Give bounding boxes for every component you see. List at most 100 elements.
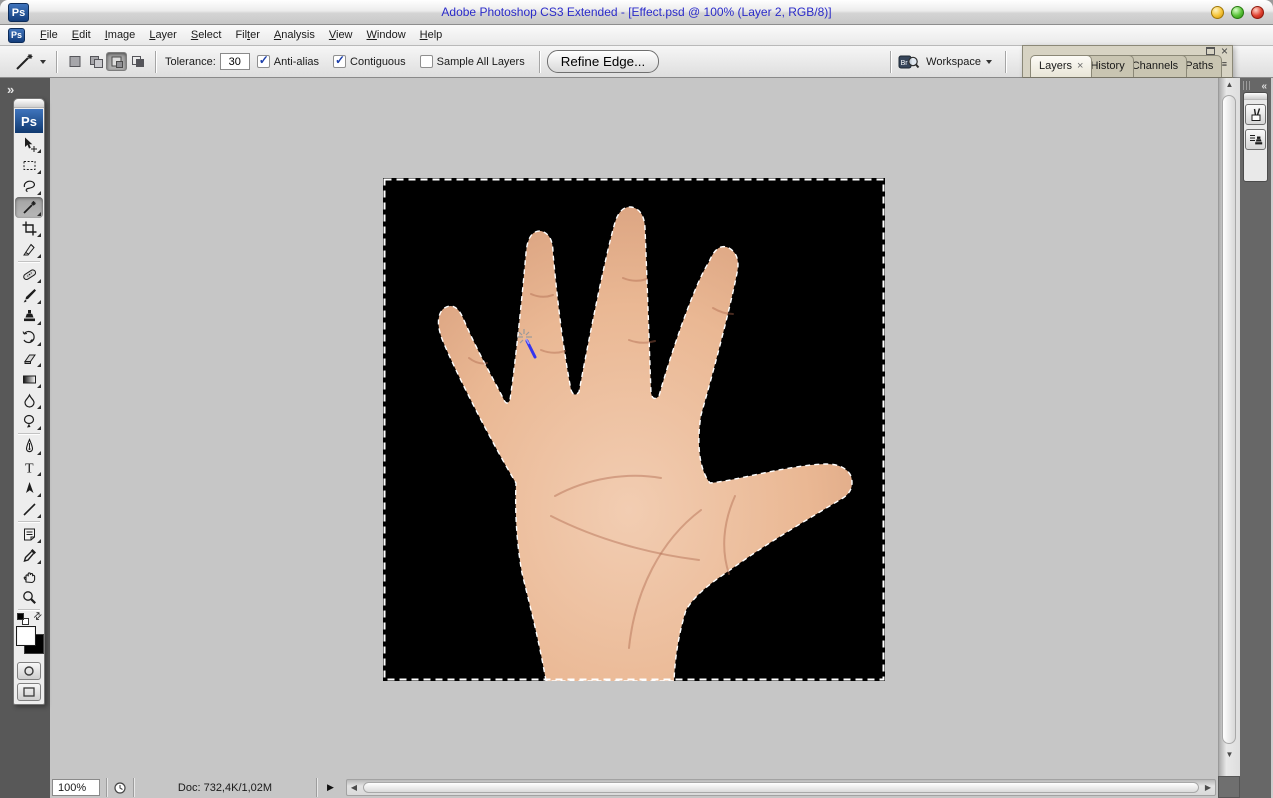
scroll-up-icon[interactable]: ▲	[1219, 78, 1240, 92]
brushes-palette-button[interactable]	[1245, 104, 1266, 125]
zoom-level-field[interactable]: 100%	[52, 779, 100, 796]
horizontal-type-tool[interactable]: T	[15, 457, 43, 478]
tab-close-icon[interactable]: ×	[1077, 60, 1083, 72]
maximize-button[interactable]	[1231, 6, 1244, 19]
menu-edit[interactable]: Edit	[65, 26, 98, 44]
tab-paths-label: Paths	[1185, 60, 1213, 72]
palette-close-icon[interactable]: ×	[1221, 47, 1228, 55]
close-button[interactable]	[1251, 6, 1264, 19]
document-size-info: Doc: 732,4K/1,02M	[140, 782, 310, 794]
pen-tool[interactable]	[15, 436, 43, 457]
menu-filter[interactable]: Filter	[228, 26, 266, 44]
subtract-from-selection-icon	[109, 54, 125, 69]
menu-view[interactable]: View	[322, 26, 360, 44]
photoshop-window: Ps Adobe Photoshop CS3 Extended - [Effec…	[0, 0, 1273, 798]
tab-layers[interactable]: Layers ×	[1030, 55, 1092, 77]
scroll-left-icon[interactable]: ◀	[347, 780, 361, 795]
menu-window[interactable]: Window	[360, 26, 413, 44]
dodge-tool[interactable]	[15, 411, 43, 432]
menu-file[interactable]: File	[33, 26, 65, 44]
svg-text:Br: Br	[901, 60, 909, 67]
rectangular-marquee-icon	[21, 157, 38, 174]
horizontal-scrollbar[interactable]: ◀ ▶	[346, 779, 1216, 796]
screen-mode-button[interactable]	[17, 683, 41, 701]
collapsed-palette-dock	[1243, 92, 1268, 182]
minimize-button[interactable]	[1211, 6, 1224, 19]
clone-stamp-tool[interactable]	[15, 306, 43, 327]
scroll-down-icon[interactable]: ▼	[1219, 748, 1240, 762]
toolbox: Ps	[13, 98, 45, 705]
tool-preset-picker[interactable]	[10, 50, 49, 74]
menu-analysis[interactable]: Analysis	[267, 26, 322, 44]
history-brush-tool[interactable]	[15, 327, 43, 348]
eraser-tool-icon	[21, 350, 38, 367]
add-to-selection-button[interactable]	[85, 52, 106, 71]
vertical-scroll-thumb[interactable]	[1222, 95, 1236, 744]
window-controls	[1211, 6, 1264, 19]
screen-mode-icon	[22, 686, 36, 698]
magic-wand-tool[interactable]	[15, 197, 43, 218]
rectangular-marquee-tool[interactable]	[15, 155, 43, 176]
sample-all-layers-checkbox[interactable]	[420, 55, 433, 68]
slice-tool[interactable]	[15, 239, 43, 260]
toolbox-grip[interactable]	[14, 99, 44, 108]
palette-collapse-icon[interactable]	[1206, 47, 1215, 55]
document-canvas[interactable]	[383, 178, 885, 681]
chevron-down-icon	[40, 60, 46, 64]
separator	[1005, 51, 1006, 73]
go-to-bridge-button[interactable]: Br	[898, 53, 920, 71]
horizontal-scroll-thumb[interactable]	[363, 782, 1199, 793]
quick-mask-button[interactable]	[17, 662, 41, 680]
chevron-down-icon	[986, 60, 992, 64]
collapse-dock-icon[interactable]: «	[1261, 81, 1267, 92]
spot-healing-brush-tool[interactable]	[15, 264, 43, 285]
line-tool[interactable]	[15, 499, 43, 520]
dock-panel-grip[interactable]	[1244, 93, 1267, 100]
vertical-scrollbar[interactable]: ▲ ▼	[1218, 78, 1240, 776]
contiguous-option[interactable]: Contiguous	[333, 55, 406, 68]
canvas-workspace[interactable]	[50, 78, 1218, 776]
contiguous-checkbox[interactable]	[333, 55, 346, 68]
menu-select[interactable]: Select	[184, 26, 229, 44]
clone-source-palette-button[interactable]	[1245, 129, 1266, 150]
status-clock-icon[interactable]	[113, 781, 127, 795]
default-colors-icon[interactable]	[17, 613, 29, 625]
expand-toolbox-icon[interactable]: »	[7, 82, 13, 97]
sample-all-layers-option[interactable]: Sample All Layers	[420, 55, 525, 68]
crop-tool[interactable]	[15, 218, 43, 239]
subtract-from-selection-button[interactable]	[106, 52, 127, 71]
anti-alias-option[interactable]: Anti-alias	[257, 55, 319, 68]
brush-tool[interactable]	[15, 285, 43, 306]
magic-wand-icon	[13, 52, 37, 72]
path-selection-tool[interactable]	[15, 478, 43, 499]
tolerance-input[interactable]	[220, 53, 250, 70]
refine-edge-button[interactable]: Refine Edge...	[547, 50, 659, 73]
tab-layers-label: Layers	[1039, 60, 1072, 72]
gradient-tool[interactable]	[15, 369, 43, 390]
workspace-label: Workspace	[926, 56, 981, 68]
tolerance-label: Tolerance:	[165, 56, 216, 68]
move-tool[interactable]	[15, 134, 43, 155]
status-flyout-icon[interactable]: ▶	[327, 782, 334, 793]
separator	[316, 778, 317, 797]
foreground-color-swatch[interactable]	[16, 626, 36, 646]
scroll-right-icon[interactable]: ▶	[1201, 780, 1215, 795]
brush-tool-icon	[21, 287, 38, 304]
intersect-with-selection-button[interactable]	[127, 52, 148, 71]
lasso-tool[interactable]	[15, 176, 43, 197]
dock-grip-icon[interactable]	[1243, 81, 1251, 90]
eraser-tool[interactable]	[15, 348, 43, 369]
status-bar: 100% Doc: 732,4K/1,02M ▶ ◀ ▶	[52, 777, 1218, 798]
menu-image[interactable]: Image	[98, 26, 143, 44]
zoom-tool[interactable]	[15, 587, 43, 608]
eyedropper-tool[interactable]	[15, 545, 43, 566]
anti-alias-checkbox[interactable]	[257, 55, 270, 68]
swap-colors-icon[interactable]: ⇄	[31, 610, 45, 624]
notes-tool[interactable]	[15, 524, 43, 545]
blur-tool[interactable]	[15, 390, 43, 411]
menu-layer[interactable]: Layer	[142, 26, 184, 44]
workspace-dropdown[interactable]: Workspace	[920, 54, 998, 70]
menu-help[interactable]: Help	[413, 26, 450, 44]
new-selection-button[interactable]	[64, 52, 85, 71]
hand-tool[interactable]	[15, 566, 43, 587]
